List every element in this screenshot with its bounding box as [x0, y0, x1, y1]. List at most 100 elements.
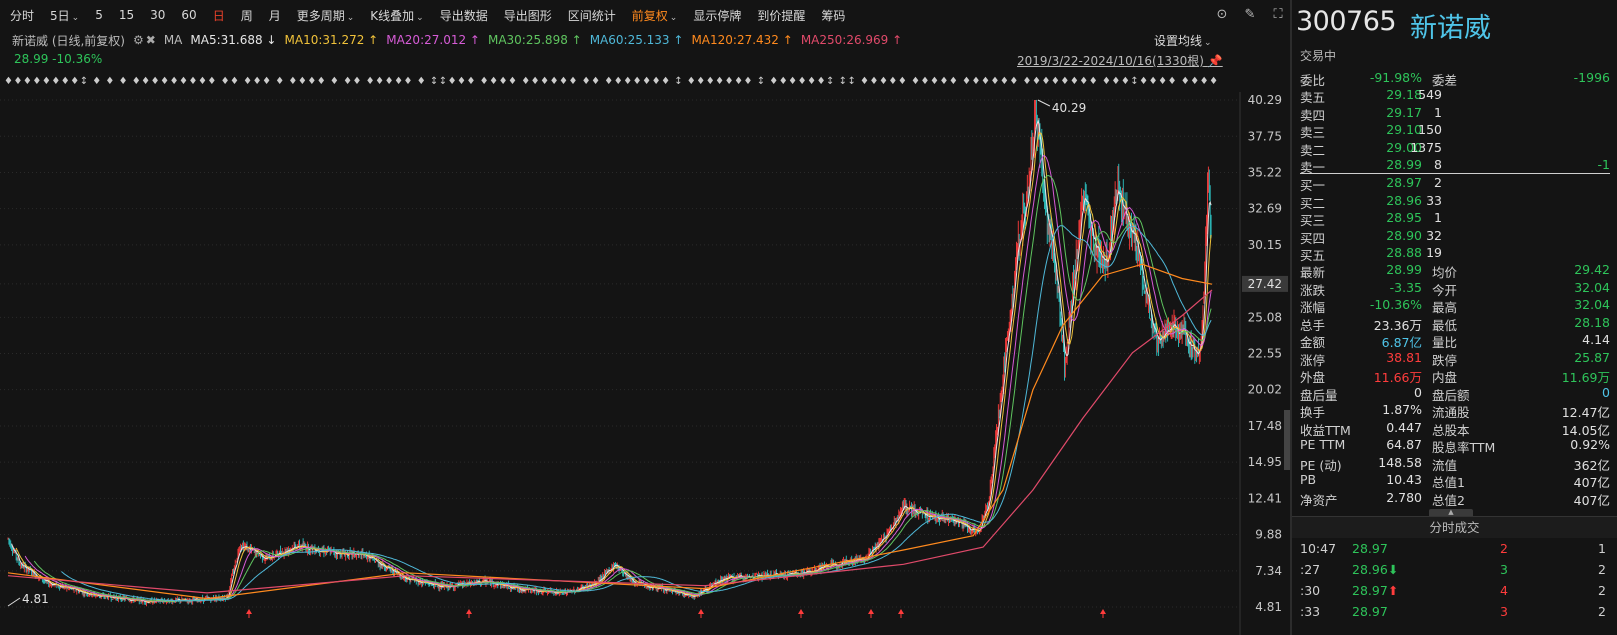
date-range[interactable]: 2019/3/22-2024/10/16(1330根) 📌	[1017, 52, 1223, 69]
stat-row: 总手 23.36万 最低 28.18	[1300, 315, 1610, 333]
trade-row: :30 28.97 ⬆ 4 2	[1300, 583, 1610, 603]
y-tick-label: 7.34	[1255, 564, 1282, 578]
stat-label-2: 量比	[1432, 335, 1458, 350]
collapse-up-icon[interactable]: ▲	[1429, 509, 1473, 516]
bid-label: 买三	[1300, 213, 1326, 228]
y-tick-label: 17.48	[1248, 419, 1282, 433]
bid-label: 买四	[1300, 230, 1326, 246]
event-marker-icon	[466, 609, 472, 614]
trade-volume: 4	[1500, 583, 1508, 598]
book-separator	[1300, 173, 1610, 174]
bid-row: 买四 28.90 32	[1300, 227, 1610, 246]
high-label: 40.29	[1052, 101, 1086, 115]
ask-change: -1	[1597, 157, 1610, 172]
trade-count: 2	[1598, 604, 1606, 619]
stat-label: PE (动)	[1300, 457, 1342, 473]
stat-value-2: 14.05亿	[1561, 422, 1610, 438]
stat-value-2: 32.04	[1574, 297, 1610, 312]
settings-gear-icon[interactable]: ⚙	[133, 33, 144, 47]
stat-label-2: 总值1	[1432, 475, 1465, 490]
low-pointer	[7, 597, 21, 607]
stat-row: 外盘 11.66万 内盘 11.69万	[1300, 367, 1610, 385]
stat-value-2: 25.87	[1574, 349, 1610, 365]
bid-label: 买一	[1300, 178, 1326, 193]
stat-label-2: 今开	[1432, 282, 1458, 298]
arrow-up-icon: ⬆	[1388, 583, 1399, 598]
stat-label: PE TTM	[1300, 437, 1346, 452]
ma120-line	[7, 263, 1213, 600]
trade-volume: 2	[1500, 541, 1508, 556]
pin-icon[interactable]: 📌	[1208, 54, 1223, 68]
stat-row: 换手 1.87% 流通股 12.47亿	[1300, 402, 1610, 420]
bid-row: 买三 28.95 1	[1300, 210, 1610, 228]
stat-value: 28.99	[1386, 262, 1422, 277]
bid-price: 28.96	[1386, 192, 1422, 208]
kline-chart[interactable]: 40.29 37.75 35.22 32.69 30.15 27.42 25.08 22.55…	[0, 0, 1290, 635]
ma10-line	[15, 131, 1212, 603]
stat-value-2: 4.14	[1582, 332, 1610, 347]
stat-label: 最新	[1300, 265, 1326, 280]
stat-row: 涨跌 -3.35 今开 32.04	[1300, 279, 1610, 298]
bid-price: 28.97	[1386, 175, 1422, 190]
ask-row: 卖五 29.18 549	[1300, 87, 1610, 105]
ma250-line	[7, 289, 1213, 594]
trades-title[interactable]: 分时成交	[1292, 516, 1617, 538]
ma-value-2: MA20:27.012 ↑	[386, 33, 480, 47]
bid-volume: 32	[1426, 227, 1442, 243]
trade-volume: 3	[1500, 562, 1508, 577]
event-marker-icon	[868, 609, 874, 614]
trade-count: 1	[1598, 541, 1606, 556]
set-ma-label: 设置均线	[1154, 34, 1203, 48]
price-change: 28.99 -10.36%	[14, 52, 103, 66]
stat-value-2: 0.92%	[1570, 437, 1610, 452]
close-icon[interactable]: ✖	[146, 33, 156, 47]
stat-row: 最新 28.99 均价 29.42	[1300, 262, 1610, 280]
ma-value-6: MA250:26.969 ↑	[800, 33, 903, 47]
ask-row: 卖三 29.10 150	[1300, 122, 1610, 140]
ask-volume: 549	[1418, 87, 1442, 102]
bid-price: 28.88	[1386, 245, 1422, 260]
set-ma-dropdown[interactable]: 设置均线 ⌄	[1154, 32, 1212, 49]
kline-panel: 分时 5日 ⌄ 5 15 30 60 日周月更多周期 ⌄ K线叠加 ⌄ 导出数据 导出图形 区间统计 前复权…	[0, 0, 1330, 635]
ask-price: 29.10	[1386, 122, 1422, 137]
ask-price: 29.17	[1386, 104, 1422, 120]
stat-row: PB 10.43 总值1 407亿	[1300, 472, 1610, 490]
trade-time: :33	[1300, 604, 1321, 619]
stat-label: 总手	[1300, 317, 1326, 333]
stat-value: 1.87%	[1382, 402, 1422, 417]
y-tick-label: 37.75	[1248, 129, 1282, 143]
event-marker-icon	[698, 609, 704, 614]
stat-label-2: 均价	[1432, 265, 1458, 280]
chart-title: 新诺威 (日线,前复权)	[12, 33, 125, 48]
trade-volume: 3	[1500, 604, 1508, 619]
bid-volume: 2	[1434, 175, 1442, 190]
stat-label: 换手	[1300, 405, 1326, 420]
trade-row: 10:47 28.97 2 1	[1300, 541, 1610, 561]
ask-volume: 8	[1434, 157, 1442, 172]
y-tick-label: 12.41	[1248, 491, 1282, 505]
stat-label: 涨跌	[1300, 282, 1326, 298]
stat-value: 0	[1414, 384, 1422, 400]
stat-label: 外盘	[1300, 370, 1326, 385]
weibi-row: 委比 -91.98% 委差 -1996	[1300, 70, 1610, 88]
stat-value: -10.36%	[1369, 297, 1422, 312]
trade-time: :30	[1300, 583, 1321, 598]
stat-value-2: 32.04	[1574, 279, 1610, 295]
stat-label: 收益TTM	[1300, 422, 1351, 438]
ma-value-3: MA30:25.898 ↑	[487, 33, 582, 47]
trade-price: 28.96	[1352, 562, 1388, 577]
low-label: 4.81	[22, 592, 49, 606]
trade-price: 28.97	[1352, 541, 1388, 556]
event-marker-icon	[246, 609, 252, 614]
ask-label: 卖四	[1300, 107, 1326, 123]
stat-row: 收益TTM 0.447 总股本 14.05亿	[1300, 419, 1610, 438]
stat-label: PB	[1300, 472, 1317, 487]
bid-price: 28.90	[1386, 227, 1422, 243]
ma60-line	[61, 225, 1212, 602]
weibi-value: -91.98%	[1369, 70, 1422, 85]
stat-value: 0.447	[1386, 419, 1422, 435]
bid-row: 买五 28.88 19	[1300, 245, 1610, 263]
stat-label-2: 总股本	[1432, 422, 1470, 438]
trade-price: 28.97	[1352, 604, 1388, 619]
stat-label-2: 流通股	[1432, 405, 1470, 420]
